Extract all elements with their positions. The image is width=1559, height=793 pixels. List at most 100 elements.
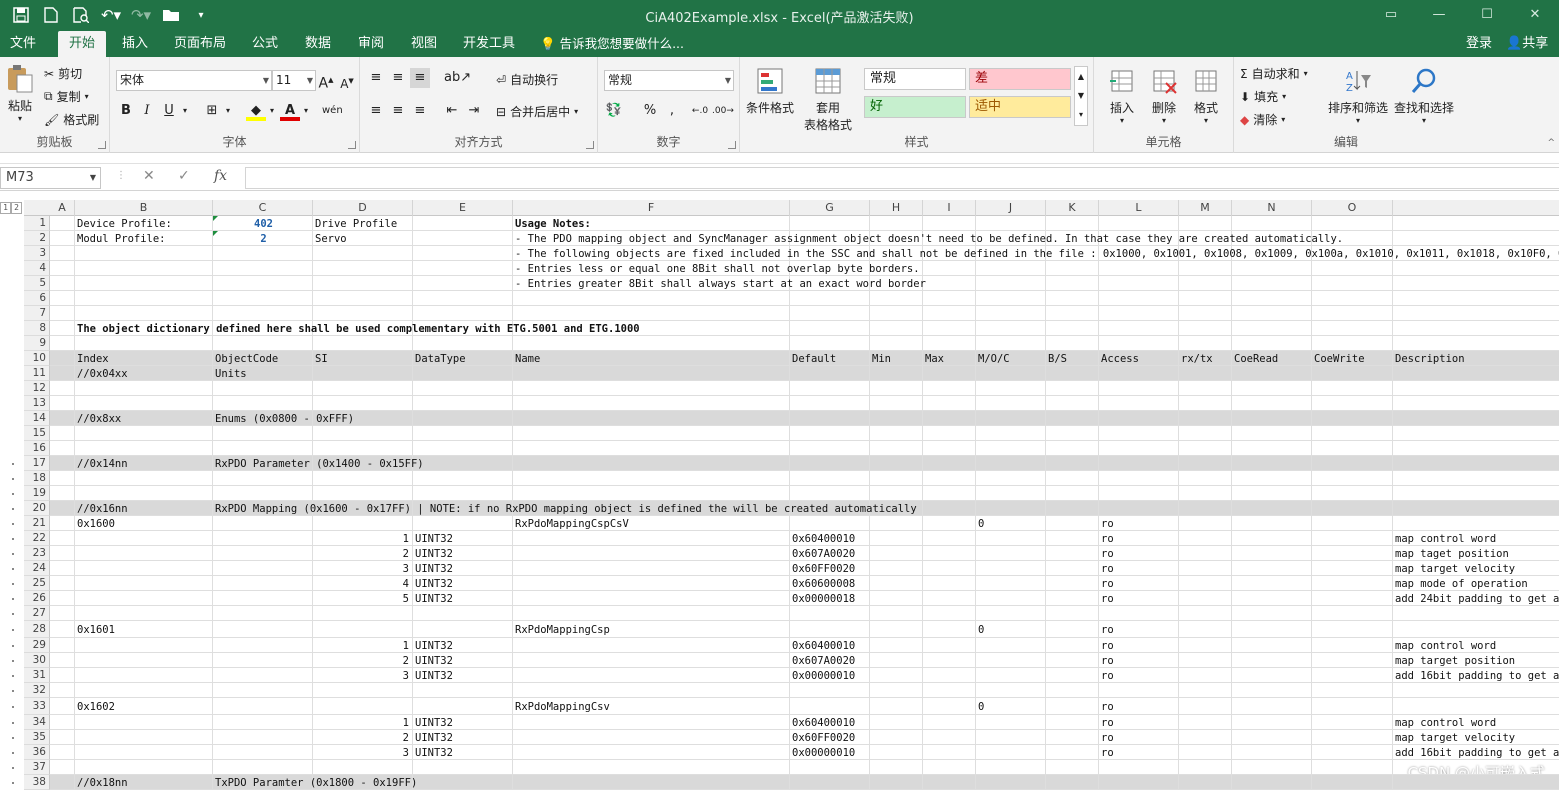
cell-p37[interactable] bbox=[1393, 760, 1559, 775]
row-header[interactable]: 31 bbox=[24, 668, 50, 683]
cell-h8[interactable] bbox=[870, 321, 923, 336]
cell-c38[interactable]: TxPDO Paramter (0x1800 - 0x19FF) bbox=[213, 775, 417, 790]
cell-a21[interactable] bbox=[50, 516, 75, 531]
cell-k22[interactable] bbox=[1046, 531, 1099, 546]
cell-b18[interactable] bbox=[75, 471, 213, 486]
row-header[interactable]: 1 bbox=[24, 216, 50, 231]
cell-d34[interactable]: 1 bbox=[313, 715, 413, 730]
cell-l26[interactable]: ro bbox=[1099, 591, 1179, 606]
cell-h1[interactable] bbox=[870, 216, 923, 231]
cell-i31[interactable] bbox=[923, 668, 976, 683]
cell-g11[interactable] bbox=[790, 366, 870, 381]
row-header[interactable]: 2 bbox=[24, 231, 50, 246]
cell-l10[interactable]: Access bbox=[1099, 351, 1179, 366]
cell-j24[interactable] bbox=[976, 561, 1046, 576]
cell-j37[interactable] bbox=[976, 760, 1046, 775]
cell-d29[interactable]: 1 bbox=[313, 638, 413, 653]
cell-p31[interactable]: add 16bit padding to get a bbox=[1393, 668, 1559, 683]
cell-f27[interactable] bbox=[513, 606, 790, 621]
cell-b24[interactable] bbox=[75, 561, 213, 576]
decrease-decimal-icon[interactable]: .00→ bbox=[712, 101, 734, 121]
cell-i12[interactable] bbox=[923, 381, 976, 396]
cell-h12[interactable] bbox=[870, 381, 923, 396]
tab-review[interactable]: 审阅 bbox=[348, 31, 394, 57]
delete-cells-button[interactable]: 删除 ▾ bbox=[1144, 65, 1184, 125]
cell-m25[interactable] bbox=[1179, 576, 1232, 591]
cell-p34[interactable]: map control word bbox=[1393, 715, 1559, 730]
row-header[interactable]: 8 bbox=[24, 321, 50, 336]
cell-c36[interactable] bbox=[213, 745, 313, 760]
cell-e18[interactable] bbox=[413, 471, 513, 486]
cell-b31[interactable] bbox=[75, 668, 213, 683]
cell-h18[interactable] bbox=[870, 471, 923, 486]
cell-c16[interactable] bbox=[213, 441, 313, 456]
cell-d18[interactable] bbox=[313, 471, 413, 486]
wrap-text-button[interactable]: ⏎ 自动换行 bbox=[496, 71, 558, 88]
font-name-select[interactable]: 宋体 ▼ bbox=[116, 70, 272, 91]
cell-e34[interactable]: UINT32 bbox=[413, 715, 513, 730]
cell-o19[interactable] bbox=[1312, 486, 1393, 501]
cell-l23[interactable]: ro bbox=[1099, 546, 1179, 561]
cell-i13[interactable] bbox=[923, 396, 976, 411]
column-header-a[interactable]: A bbox=[50, 200, 75, 216]
cell-a33[interactable] bbox=[50, 698, 75, 715]
cell-m18[interactable] bbox=[1179, 471, 1232, 486]
cell-g22[interactable]: 0x60400010 bbox=[790, 531, 870, 546]
autosum-button[interactable]: Σ 自动求和 ▾ bbox=[1240, 65, 1308, 82]
cell-n5[interactable] bbox=[1232, 276, 1312, 291]
cell-j8[interactable] bbox=[976, 321, 1046, 336]
cell-c34[interactable] bbox=[213, 715, 313, 730]
cell-e14[interactable] bbox=[413, 411, 513, 426]
cell-k8[interactable] bbox=[1046, 321, 1099, 336]
cell-c2[interactable]: 2 bbox=[213, 231, 313, 246]
cell-k7[interactable] bbox=[1046, 306, 1099, 321]
cell-n22[interactable] bbox=[1232, 531, 1312, 546]
copy-button[interactable]: ⧉ 复制 ▾ bbox=[44, 88, 89, 105]
cell-p5[interactable] bbox=[1393, 276, 1559, 291]
cell-i17[interactable] bbox=[923, 456, 976, 471]
cell-g38[interactable] bbox=[790, 775, 870, 790]
cell-d3[interactable] bbox=[313, 246, 413, 261]
cell-i28[interactable] bbox=[923, 621, 976, 638]
cell-h11[interactable] bbox=[870, 366, 923, 381]
cell-g12[interactable] bbox=[790, 381, 870, 396]
row-header[interactable]: 32 bbox=[24, 683, 50, 698]
cell-g6[interactable] bbox=[790, 291, 870, 306]
cell-o29[interactable] bbox=[1312, 638, 1393, 653]
cell-k29[interactable] bbox=[1046, 638, 1099, 653]
cell-n7[interactable] bbox=[1232, 306, 1312, 321]
cell-e38[interactable] bbox=[413, 775, 513, 790]
cell-n19[interactable] bbox=[1232, 486, 1312, 501]
cell-e19[interactable] bbox=[413, 486, 513, 501]
cell-e29[interactable]: UINT32 bbox=[413, 638, 513, 653]
cell-a23[interactable] bbox=[50, 546, 75, 561]
cell-m33[interactable] bbox=[1179, 698, 1232, 715]
cell-o9[interactable] bbox=[1312, 336, 1393, 351]
cell-i35[interactable] bbox=[923, 730, 976, 745]
cell-f29[interactable] bbox=[513, 638, 790, 653]
cell-i18[interactable] bbox=[923, 471, 976, 486]
cell-f21[interactable]: RxPdoMappingCspCsV bbox=[513, 516, 790, 531]
cell-c35[interactable] bbox=[213, 730, 313, 745]
cell-b37[interactable] bbox=[75, 760, 213, 775]
percent-icon[interactable]: % bbox=[640, 101, 660, 121]
cell-j12[interactable] bbox=[976, 381, 1046, 396]
cell-e35[interactable]: UINT32 bbox=[413, 730, 513, 745]
cell-a22[interactable] bbox=[50, 531, 75, 546]
cell-k14[interactable] bbox=[1046, 411, 1099, 426]
row-header[interactable]: 7 bbox=[24, 306, 50, 321]
cell-f5[interactable]: - Entries greater 8Bit shall always star… bbox=[513, 276, 926, 291]
cell-a5[interactable] bbox=[50, 276, 75, 291]
outline-level-1-button[interactable]: 1 bbox=[0, 202, 11, 214]
tab-formulas[interactable]: 公式 bbox=[242, 31, 288, 57]
cell-m21[interactable] bbox=[1179, 516, 1232, 531]
cell-e6[interactable] bbox=[413, 291, 513, 306]
cell-b17[interactable]: //0x14nn bbox=[75, 456, 213, 471]
row-header[interactable]: 14 bbox=[24, 411, 50, 426]
format-as-table-button[interactable]: 套用 表格格式 bbox=[798, 65, 858, 133]
cell-c20[interactable]: RxPDO Mapping (0x1600 - 0x17FF) | NOTE: … bbox=[213, 501, 917, 516]
cell-m15[interactable] bbox=[1179, 426, 1232, 441]
cell-h26[interactable] bbox=[870, 591, 923, 606]
cell-d7[interactable] bbox=[313, 306, 413, 321]
cell-l1[interactable] bbox=[1099, 216, 1179, 231]
